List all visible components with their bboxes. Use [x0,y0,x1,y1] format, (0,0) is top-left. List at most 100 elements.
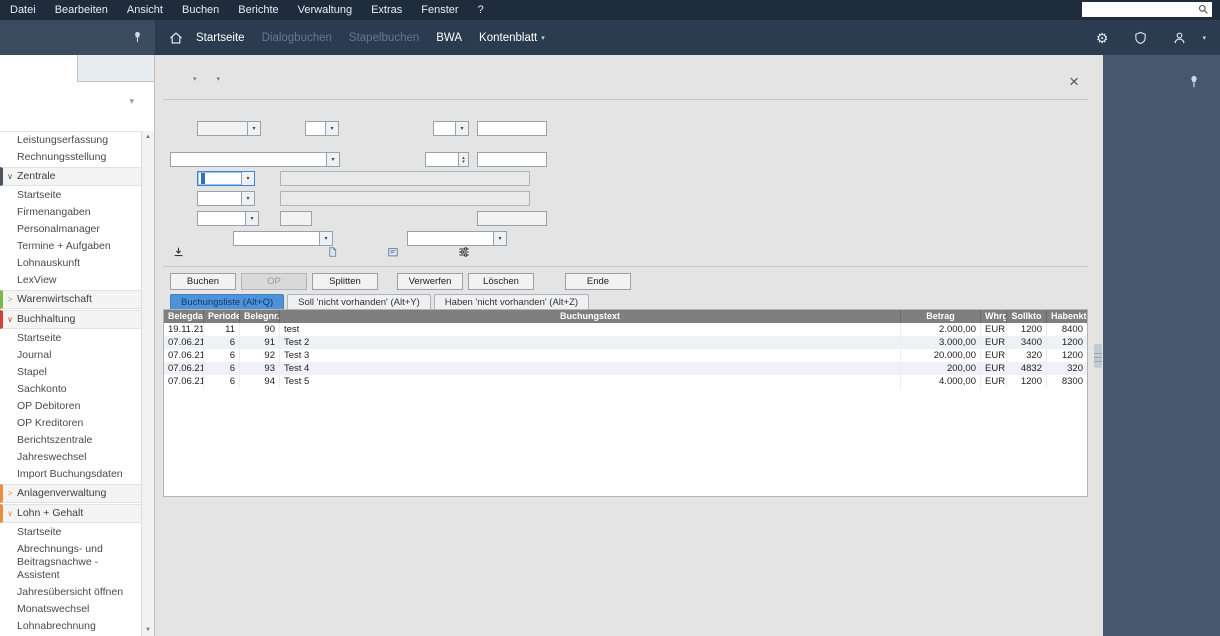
sidebar-scrollbar[interactable]: ▲ ▼ [141,131,154,636]
home-icon[interactable] [169,31,183,45]
sidebar-nav-item[interactable]: LexView [0,272,141,289]
sidebar-nav-item[interactable]: Jahreswechsel [0,449,141,466]
chevron-down-icon[interactable]: ▾ [217,75,221,83]
tab-mandanten[interactable] [0,55,77,82]
sidebar-nav-item[interactable]: Startseite [0,330,141,347]
kontenplan-button[interactable]: ⚙ [1096,31,1115,45]
menu-item[interactable]: ? [478,4,484,16]
menu-item[interactable]: Buchen [182,4,219,16]
table-row[interactable]: 07.06.21 6 94 Test 5 4.000,00 EUR 1200 8… [164,375,1087,388]
panel-splitter-handle[interactable] [1094,344,1102,368]
close-icon[interactable] [1069,75,1079,89]
sidebar-nav-item[interactable]: Termine + Aufgaben [0,238,141,255]
action-button[interactable]: Löschen [468,273,534,290]
table-row[interactable]: 07.06.21 6 93 Test 4 200,00 EUR 4832 320 [164,362,1087,375]
column-header[interactable]: Sollkto [1007,310,1047,323]
nav-tab[interactable]: BWA ▾ [436,32,462,44]
column-header[interactable]: Periode [204,310,240,323]
table-row[interactable]: 07.06.21 6 92 Test 3 20.000,00 EUR 320 1… [164,349,1087,362]
list-tab[interactable]: Soll 'nicht vorhanden' (Alt+Y) [287,294,431,309]
menu-item[interactable]: Verwaltung [298,4,352,16]
scroll-down-icon[interactable]: ▼ [142,627,154,633]
action-button[interactable]: Ende [565,273,631,290]
sidebar-nav-item[interactable]: Rechnungsstellung [0,149,141,166]
soll-select[interactable]: ▾ [197,171,255,186]
table-row[interactable]: 19.11.21 11 90 test 2.000,00 EUR 1200 84… [164,323,1087,336]
nav-tab[interactable]: Dialogbuchen ▾ [262,32,332,44]
steuer-select[interactable]: ▾ [197,211,259,226]
buchungsvorlage-link[interactable] [173,246,188,258]
datum-select[interactable]: ▾ [197,121,261,136]
sidebar-nav-item[interactable]: Leistungserfassung [0,132,141,149]
haben-select[interactable]: ▾ [197,191,255,206]
sidebar-nav-item[interactable]: Abrechnungs- und Beitragsnachwe -Assiste… [0,541,141,584]
sidebar-nav-item[interactable]: Monatswechsel [0,601,141,618]
sidebar-nav-item[interactable]: Journal [0,347,141,364]
sidebar-nav-item[interactable]: Warenwirtschaft [0,290,141,309]
action-button[interactable]: Buchen [170,273,236,290]
magnifier-icon[interactable] [1198,4,1209,15]
optionen-link[interactable] [458,246,474,258]
sidebar-nav-item[interactable]: Berichtszentrale [0,432,141,449]
periode-select[interactable]: ▾ [305,121,339,136]
scroll-up-icon[interactable]: ▲ [142,134,154,140]
menu-item[interactable]: Extras [371,4,402,16]
pin-icon[interactable] [1188,75,1200,89]
pin-icon[interactable] [132,31,143,44]
tab-mein-buero[interactable] [76,55,154,82]
buchungstext-select[interactable]: ▾ [170,152,340,167]
steuer-percent-input[interactable] [280,211,312,226]
column-header[interactable]: Belegdat. [164,310,204,323]
list-tab[interactable]: Haben 'nicht vorhanden' (Alt+Z) [433,294,590,309]
sidebar-nav-item[interactable]: Startseite [0,187,141,204]
sicherheitszentrale-button[interactable] [1134,31,1153,45]
kostentraeger-select[interactable]: ▾ [407,231,507,246]
sidebar-nav-item[interactable]: Sachkonto [0,381,141,398]
sidebar-nav-item[interactable]: Firmenangaben [0,204,141,221]
sidebar-nav-item[interactable]: Stapel [0,364,141,381]
sidebar-nav-item[interactable]: Buchhaltung [0,310,141,329]
column-header[interactable]: Whrg [981,310,1007,323]
kostenstelle-select[interactable]: ▾ [233,231,333,246]
sidebar-nav-item[interactable]: Jahresübersicht öffnen [0,584,141,601]
company-selector[interactable]: ▾ [0,82,154,126]
sidebar-nav-item[interactable]: Zentrale [0,167,141,186]
nummer-input[interactable] [477,121,547,136]
brutto-spinner[interactable]: ▴ ▾ [425,152,469,167]
beleg-link[interactable] [387,246,403,258]
nav-tab[interactable]: Startseite ▾ [196,32,245,44]
sidebar-nav-item[interactable]: OP Kreditoren [0,415,141,432]
sidebar-nav-item[interactable]: OP Debitoren [0,398,141,415]
menu-item[interactable]: Bearbeiten [55,4,108,16]
action-button[interactable]: Splitten [312,273,378,290]
sidebar-nav-item[interactable]: Lohn + Gehalt [0,504,141,523]
notiz-link[interactable] [327,246,342,258]
menu-item[interactable]: Fenster [421,4,458,16]
steuer-amount-input[interactable] [477,211,547,226]
mein-lexware-button[interactable]: ▾ [1173,31,1206,45]
menu-item[interactable]: Datei [10,4,36,16]
search-input[interactable] [1087,3,1198,16]
menu-item[interactable]: Berichte [238,4,278,16]
list-tab[interactable]: Buchungsliste (Alt+Q) [170,294,285,309]
nav-tab[interactable]: Kontenblatt ▾ [479,32,545,44]
column-header[interactable]: Belegnr. [240,310,280,323]
column-header[interactable]: Habenkto [1047,310,1087,323]
action-button[interactable]: Verwerfen [397,273,463,290]
chevron-down-icon[interactable]: ▾ [193,75,197,83]
sidebar-nav-item[interactable]: Lohnabrechnung [0,618,141,635]
nav-tab[interactable]: Stapelbuchen ▾ [349,32,419,44]
sidebar-nav-item[interactable]: Anlagenverwaltung [0,484,141,503]
column-header[interactable]: Buchungstext [280,310,901,323]
sidebar-nav-item[interactable]: Lohnauskunft [0,255,141,272]
betrag-input[interactable] [477,152,547,167]
hauptnavigation-bar[interactable] [0,20,155,55]
sidebar-nav-item[interactable]: Startseite [0,524,141,541]
sidebar-nav-item[interactable]: Import Buchungsdaten [0,466,141,483]
sidebar-nav-item[interactable]: Personalmanager [0,221,141,238]
kuerzel-select[interactable]: ▾ [433,121,469,136]
column-header[interactable]: Betrag [901,310,981,323]
table-row[interactable]: 07.06.21 6 91 Test 2 3.000,00 EUR 3400 1… [164,336,1087,349]
action-button[interactable]: OP [241,273,307,290]
menu-item[interactable]: Ansicht [127,4,163,16]
